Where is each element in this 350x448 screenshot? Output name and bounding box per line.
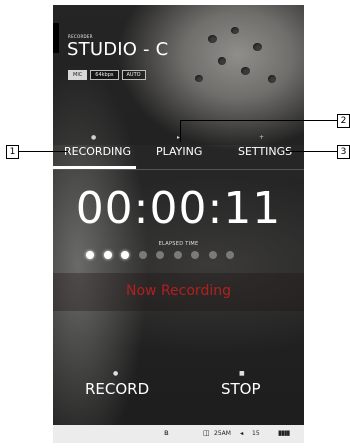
record-dot-icon: ● — [113, 370, 119, 377]
battery-icon: ▮▮▮▮ — [278, 429, 290, 437]
callout-3-leader — [285, 151, 337, 152]
progress-dot — [138, 251, 147, 259]
callout-2-leader-vertical — [180, 120, 181, 142]
elapsed-timer: 00:00:11 — [75, 183, 282, 234]
page-title: STUDIO - C — [67, 39, 169, 60]
tab-playing[interactable]: PLAYING — [156, 145, 202, 158]
progress-dot — [103, 251, 112, 259]
stop-square-icon: ■ — [239, 370, 245, 377]
bluetooth-icon: ʙ — [164, 428, 169, 437]
record-button[interactable]: RECORD — [85, 380, 149, 398]
auto-badge[interactable]: AUTO — [121, 70, 146, 80]
callout-1: 1 — [6, 145, 19, 159]
callout-3: 3 — [337, 145, 350, 159]
status-time: 25AM — [214, 430, 231, 437]
dot-icon: ● — [91, 134, 97, 141]
progress-dot — [173, 251, 182, 259]
clock-icon: ◫ — [203, 429, 210, 437]
header-accent-bar — [53, 23, 59, 53]
tab-divider — [53, 169, 304, 170]
progress-dot — [156, 251, 164, 259]
callout-2: 2 — [337, 114, 350, 128]
elapsed-label: ELAPSED TIME — [158, 241, 199, 247]
progress-dot — [191, 251, 199, 259]
system-status-bar: ʙ ◫ 25AM ◂ᵢ 15 ▮▮▮▮ — [53, 425, 304, 443]
stop-button[interactable]: STOP — [221, 380, 261, 398]
input-badges: MIC 64kbps AUTO — [68, 70, 146, 80]
tab-recording[interactable]: RECORDING — [64, 145, 131, 158]
recorder-screen: RECORDER STUDIO - C MIC 64kbps AUTO ● RE… — [53, 5, 304, 443]
callout-1-leader — [18, 151, 68, 152]
progress-dot — [208, 251, 217, 259]
speaker-icon: ◂ᵢ — [240, 430, 245, 437]
progress-dot — [226, 251, 234, 259]
volume-level: 15 — [252, 430, 260, 437]
plus-icon: + — [259, 134, 265, 141]
progress-dots — [86, 251, 234, 259]
callout-2-leader — [180, 120, 337, 121]
bitrate-badge[interactable]: 64kbps — [90, 70, 119, 80]
recording-status: Now Recording — [126, 283, 231, 299]
progress-dot — [121, 251, 129, 259]
mic-badge[interactable]: MIC — [68, 70, 88, 80]
progress-dot — [86, 251, 94, 259]
